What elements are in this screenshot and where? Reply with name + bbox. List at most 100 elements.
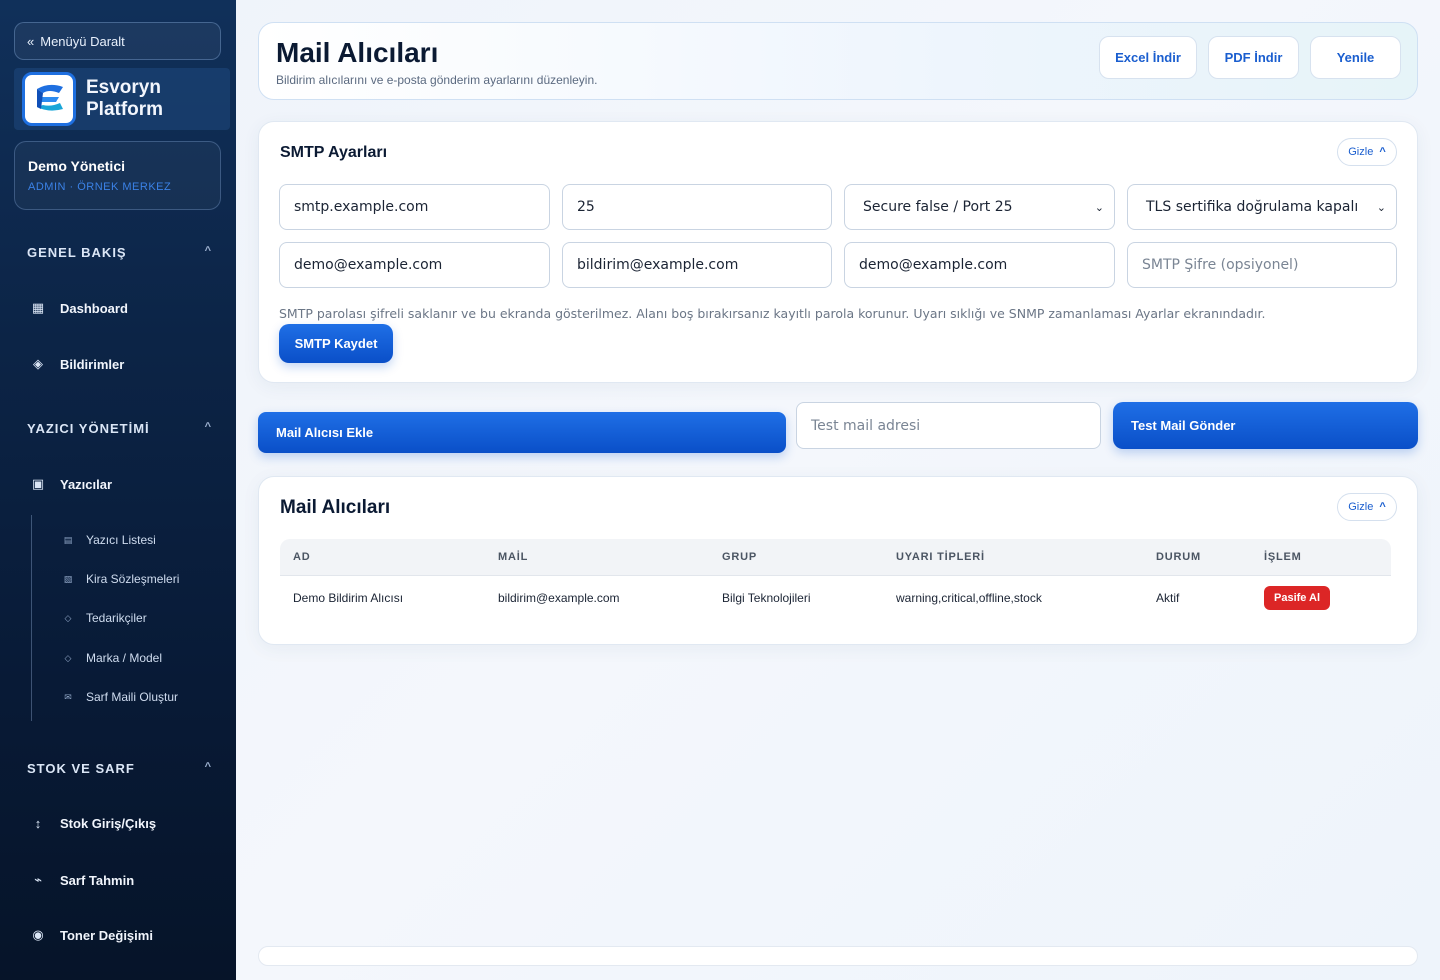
- column-header-status: DURUM: [1143, 539, 1251, 576]
- column-header-email: MAİL: [485, 539, 709, 576]
- brand-name-line2: Platform: [86, 99, 164, 120]
- sidebar-item-label: Sarf Tahmin: [60, 872, 135, 888]
- brand-name-line1: Esvoryn: [86, 77, 161, 98]
- test-mail-input[interactable]: Test mail adresi: [796, 402, 1101, 449]
- sidebar-item-dashboard[interactable]: ▦ Dashboard: [30, 300, 128, 316]
- sidebar-item-notifications[interactable]: ◈ Bildirimler: [30, 356, 124, 372]
- brand-logo-icon: [22, 72, 76, 126]
- table-row: Demo Bildirim Alıcısı bildirim@example.c…: [280, 575, 1391, 620]
- tag-icon: ◇: [64, 652, 72, 663]
- refresh-button[interactable]: Yenile: [1310, 36, 1401, 79]
- smtp-reply-to-input[interactable]: demo@example.com: [844, 242, 1115, 288]
- double-chevron-left-icon: «: [27, 33, 35, 49]
- grid-icon: ▦: [31, 300, 45, 315]
- smtp-hide-button[interactable]: Gizle ^: [1337, 138, 1397, 166]
- contract-icon: ▧: [63, 573, 73, 584]
- hide-label: Gizle: [1348, 501, 1374, 513]
- list-icon: ▤: [63, 534, 73, 545]
- section-printers-label: YAZICI YÖNETİMİ: [27, 421, 150, 436]
- smtp-save-button[interactable]: SMTP Kaydet: [279, 324, 393, 363]
- user-role: ADMIN · ÖRNEK MERKEZ: [28, 181, 172, 193]
- toner-icon: ◉: [32, 927, 44, 942]
- column-header-name: AD: [280, 539, 485, 576]
- sidebar-item-toner-change[interactable]: ◉ Toner Değişimi: [30, 927, 153, 943]
- sidebar-subitem-label: Yazıcı Listesi: [86, 533, 156, 547]
- deactivate-button[interactable]: Pasife Al: [1264, 585, 1331, 610]
- chevron-up-icon: ^: [1379, 501, 1386, 513]
- recipient-email: bildirim@example.com: [485, 575, 709, 620]
- chevron-up-icon: ^: [204, 761, 212, 773]
- sidebar-subitem-label: Kira Sözleşmeleri: [86, 572, 180, 586]
- recipients-table: AD MAİL GRUP UYARI TİPLERİ DURUM İŞLEM D…: [280, 539, 1391, 620]
- sidebar-item-label: Bildirimler: [60, 356, 125, 372]
- chevron-up-icon: ^: [204, 421, 212, 433]
- footer-bar: [258, 946, 1418, 966]
- diamond-icon: ◈: [33, 356, 43, 371]
- chevron-up-icon: ^: [1379, 146, 1386, 158]
- page-header: Mail Alıcıları Bildirim alıcılarını ve e…: [258, 22, 1418, 100]
- sidebar-subitem-label: Sarf Maili Oluştur: [86, 690, 179, 704]
- sidebar-subitem-supply-mail[interactable]: ✉ Sarf Maili Oluştur: [62, 690, 178, 704]
- recipient-group: Bilgi Teknolojileri: [709, 575, 883, 620]
- send-test-mail-button[interactable]: Test Mail Gönder: [1113, 402, 1418, 449]
- smtp-settings-title: SMTP Ayarları: [280, 144, 388, 161]
- trend-icon: ⌁: [34, 872, 42, 887]
- recipient-action-cell: Pasife Al: [1251, 575, 1391, 620]
- sidebar-subitem-label: Tedarikçiler: [86, 611, 147, 625]
- chevron-down-icon: ⌄: [1094, 200, 1104, 214]
- sidebar-subitem-suppliers[interactable]: ◇ Tedarikçiler: [62, 611, 147, 625]
- chevron-down-icon: ⌄: [1376, 200, 1386, 214]
- smtp-username-input[interactable]: demo@example.com: [279, 242, 550, 288]
- table-header-row: AD MAİL GRUP UYARI TİPLERİ DURUM İŞLEM: [280, 539, 1391, 576]
- section-printers[interactable]: YAZICI YÖNETİMİ ^: [27, 421, 212, 436]
- section-overview[interactable]: GENEL BAKIŞ ^: [27, 245, 212, 260]
- recipients-card: Mail Alıcıları Gizle ^ AD MAİL GRUP UYAR…: [258, 476, 1418, 645]
- mail-icon: ✉: [64, 691, 72, 702]
- recipients-title: Mail Alıcıları: [280, 497, 391, 518]
- smtp-secure-select[interactable]: Secure false / Port 25 ⌄: [844, 184, 1115, 230]
- excel-download-button[interactable]: Excel İndir: [1099, 36, 1197, 79]
- smtp-port-input[interactable]: 25: [562, 184, 832, 230]
- collapse-menu-label: Menüyü Daralt: [40, 33, 125, 49]
- sidebar-subitem-label: Marka / Model: [86, 651, 163, 665]
- user-name: Demo Yönetici: [28, 158, 125, 174]
- recipient-status: Aktif: [1143, 575, 1251, 620]
- sidebar-item-label: Stok Giriş/Çıkış: [60, 816, 157, 831]
- up-down-arrow-icon: ↕: [34, 816, 42, 831]
- smtp-host-input[interactable]: smtp.example.com: [279, 184, 550, 230]
- sidebar-subitem-leases[interactable]: ▧ Kira Sözleşmeleri: [62, 572, 180, 586]
- add-recipient-button[interactable]: Mail Alıcısı Ekle: [258, 412, 786, 453]
- smtp-from-input[interactable]: bildirim@example.com: [562, 242, 832, 288]
- sidebar-subitem-brand-model[interactable]: ◇ Marka / Model: [62, 651, 163, 665]
- page-subtitle: Bildirim alıcılarını ve e-posta gönderim…: [276, 73, 598, 87]
- column-header-action: İŞLEM: [1251, 539, 1391, 576]
- sidebar-item-consumption-forecast[interactable]: ⌁ Sarf Tahmin: [30, 872, 134, 888]
- sidebar-item-stock-io[interactable]: ↕ Stok Giriş/Çıkış: [30, 816, 156, 831]
- recipient-alert-types: warning,critical,offline,stock: [883, 575, 1143, 620]
- recipient-name: Demo Bildirim Alıcısı: [280, 575, 485, 620]
- sidebar-subitem-printer-list[interactable]: ▤ Yazıcı Listesi: [62, 533, 156, 547]
- smtp-secure-value: Secure false / Port 25: [863, 199, 1013, 215]
- brand[interactable]: Esvoryn Platform: [14, 68, 230, 130]
- hide-label: Gizle: [1348, 146, 1374, 158]
- section-stock[interactable]: STOK VE SARF ^: [27, 761, 212, 776]
- submenu-divider: [31, 515, 32, 721]
- printer-icon: ▣: [31, 476, 45, 491]
- smtp-info-note: SMTP parolası şifreli saklanır ve bu ekr…: [279, 306, 1266, 321]
- smtp-settings-card: SMTP Ayarları Gizle ^ smtp.example.com 2…: [258, 121, 1418, 383]
- supplier-icon: ◇: [64, 612, 72, 623]
- column-header-group: GRUP: [709, 539, 883, 576]
- page-title: Mail Alıcıları: [276, 37, 439, 68]
- sidebar: « Menüyü Daralt Esvoryn Platform Demo Yö…: [0, 0, 236, 980]
- recipients-hide-button[interactable]: Gizle ^: [1337, 493, 1397, 521]
- pdf-download-button[interactable]: PDF İndir: [1208, 36, 1299, 79]
- collapse-menu-button[interactable]: « Menüyü Daralt: [14, 22, 221, 60]
- user-card[interactable]: Demo Yönetici ADMIN · ÖRNEK MERKEZ: [14, 141, 221, 210]
- smtp-tls-select[interactable]: TLS sertifika doğrulama kapalı ⌄: [1127, 184, 1397, 230]
- section-stock-label: STOK VE SARF: [27, 761, 135, 776]
- section-overview-label: GENEL BAKIŞ: [27, 245, 127, 260]
- chevron-up-icon: ^: [204, 245, 212, 257]
- smtp-password-input[interactable]: SMTP Şifre (opsiyonel): [1127, 242, 1397, 288]
- column-header-alert-types: UYARI TİPLERİ: [883, 539, 1143, 576]
- sidebar-item-printers[interactable]: ▣ Yazıcılar: [30, 476, 112, 492]
